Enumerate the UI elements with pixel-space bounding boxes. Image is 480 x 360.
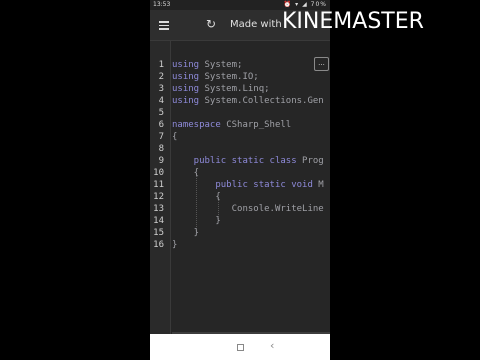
line-number: 9 (158, 156, 164, 166)
code-keyword: using (172, 84, 200, 94)
hamburger-menu-icon[interactable] (159, 21, 169, 30)
code-rest: System.IO; (199, 72, 259, 82)
line-number: 1 (158, 60, 164, 70)
code-text: { (172, 191, 221, 203)
line-number: 2 (158, 72, 164, 82)
code-rest: System.Collections.Gen (199, 96, 324, 106)
code-text: public static void M (172, 179, 324, 191)
alarm-icon: ⏰ (283, 1, 293, 8)
back-button-icon[interactable]: ‹ (270, 339, 274, 353)
line-number: 6 (158, 120, 164, 130)
line-number: 14 (153, 216, 164, 226)
code-rest: } (172, 228, 200, 238)
refresh-icon[interactable]: ↻ (204, 17, 218, 31)
code-rest: System; (199, 60, 243, 70)
code-text: { (172, 131, 177, 143)
code-rest: Prog (296, 156, 324, 166)
code-text: using System; (172, 59, 242, 71)
code-text: public static class Prog (172, 155, 324, 167)
phone-screen: 13:53 ⏰ ▾ ◢ 70% ↻ Made with ... 1 using S… (150, 0, 330, 360)
line-number: 5 (158, 108, 164, 118)
more-options-button[interactable]: ... (314, 57, 329, 71)
code-rest: M (312, 180, 324, 190)
line-number: 15 (153, 228, 164, 238)
code-keyword: namespace (172, 120, 221, 130)
code-rest: { (172, 132, 178, 142)
code-text: Console.WriteLine (172, 203, 324, 215)
code-keyword: public static class (172, 156, 297, 166)
code-rest: Console.WriteLine (172, 204, 324, 214)
kinemaster-watermark: KINEMASTER (282, 8, 424, 36)
watermark-part2: MASTER (333, 9, 424, 34)
watermark-part1: KINE (282, 9, 334, 34)
code-rest: { (172, 192, 221, 202)
code-text: { (172, 167, 199, 179)
code-text: using System.Collections.Gen (172, 95, 324, 107)
code-editor[interactable]: ... 1 using System; 2 using System.IO; 3 usin… (150, 41, 330, 334)
system-nav-bar: ‹ (150, 334, 330, 360)
code-rest: System.Linq; (199, 84, 270, 94)
line-number: 11 (153, 180, 164, 190)
code-keyword: using (172, 96, 200, 106)
code-rest: CSharp_Shell (220, 120, 292, 130)
code-keyword: using (172, 60, 200, 70)
code-text: using System.IO; (172, 71, 259, 83)
code-text: using System.Linq; (172, 83, 270, 95)
signal-icon: ◢ (302, 1, 308, 8)
wifi-icon: ▾ (295, 1, 300, 8)
line-number: 12 (153, 192, 164, 202)
code-rest: } (172, 240, 178, 250)
code-rest: { (172, 168, 200, 178)
app-title: Made with (230, 19, 282, 30)
code-keyword: using (172, 72, 200, 82)
code-rest: } (172, 216, 221, 226)
code-keyword: public static void (172, 180, 313, 190)
code-text: namespace CSharp_Shell (172, 119, 291, 131)
line-number: 16 (153, 240, 164, 250)
code-text: } (172, 227, 199, 239)
line-number: 3 (158, 84, 164, 94)
line-number: 7 (158, 132, 164, 142)
line-number: 4 (158, 96, 164, 106)
battery-level: 70% (310, 1, 327, 8)
code-text: } (172, 215, 221, 227)
line-number: 13 (153, 204, 164, 214)
line-number: 10 (153, 168, 164, 178)
home-button-icon[interactable] (237, 344, 244, 351)
line-number: 8 (158, 144, 164, 154)
status-time: 13:53 (153, 1, 171, 8)
code-text: } (172, 239, 177, 251)
